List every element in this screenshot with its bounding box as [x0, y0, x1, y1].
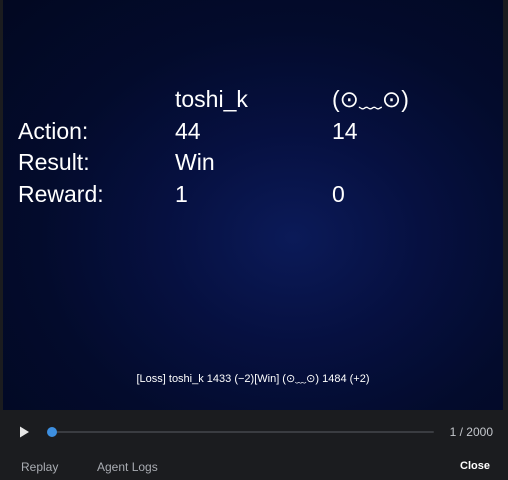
agent2-reward: 0	[332, 181, 345, 207]
step-slider-thumb[interactable]	[47, 427, 57, 437]
reward-label: Reward:	[18, 181, 104, 207]
action-row: Action: 44 14	[3, 115, 503, 147]
agent1-name: toshi_k	[175, 86, 248, 112]
step-slider[interactable]	[47, 427, 434, 437]
header-row: toshi_k (⊙﹏⊙)	[3, 83, 503, 115]
tab-replay[interactable]: Replay	[21, 460, 58, 474]
episode-viewer-window: toshi_k (⊙﹏⊙) Action: 44 14 Result: Win …	[0, 0, 508, 480]
reward-row: Reward: 1 0	[3, 178, 503, 210]
result-row: Result: Win	[3, 146, 503, 178]
agent1-result: Win	[175, 149, 215, 175]
match-summary: [Loss] toshi_k 1433 (−2)[Win] (⊙﹏⊙) 1484…	[136, 373, 370, 385]
result-label: Result:	[18, 149, 90, 175]
playback-controls: 1 / 2000	[0, 410, 508, 454]
episode-stage: toshi_k (⊙﹏⊙) Action: 44 14 Result: Win …	[3, 0, 503, 410]
tab-agent-logs[interactable]: Agent Logs	[97, 460, 158, 474]
step-counter: 1 / 2000	[449, 425, 493, 439]
play-icon[interactable]	[16, 424, 32, 440]
close-button[interactable]: Close	[460, 460, 490, 472]
action-label: Action:	[18, 118, 89, 144]
agent2-name: (⊙﹏⊙)	[332, 86, 409, 112]
footer-bar: Replay Agent Logs Close	[0, 454, 508, 480]
agent2-action: 14	[332, 118, 358, 144]
agent1-action: 44	[175, 118, 201, 144]
agent1-reward: 1	[175, 181, 188, 207]
